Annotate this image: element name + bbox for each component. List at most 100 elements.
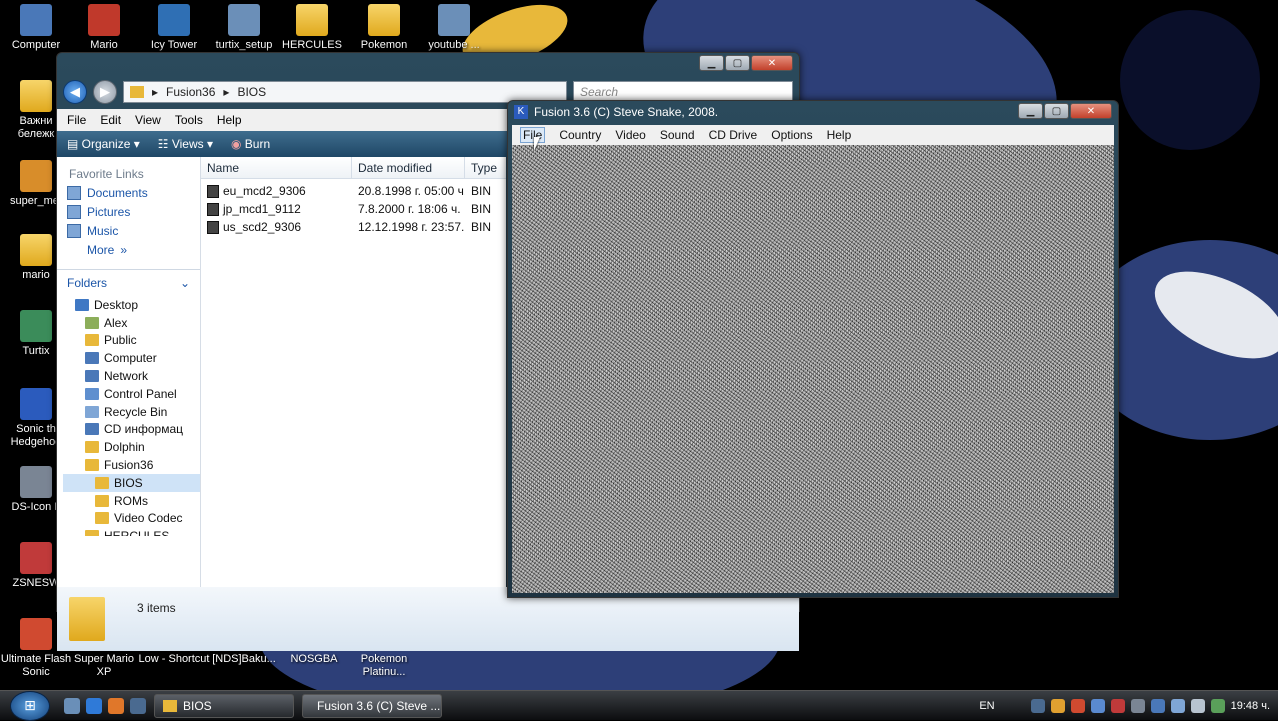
tray-app-icon[interactable] xyxy=(1090,699,1105,713)
organize-icon: ▤ xyxy=(67,137,82,151)
tree-item[interactable]: Public xyxy=(63,332,200,350)
favorite-links-title: Favorite Links xyxy=(69,167,144,181)
tree-item[interactable]: Computer xyxy=(63,349,200,367)
favorite-link-label: Music xyxy=(87,224,119,238)
minimize-button[interactable]: ▁ xyxy=(699,55,724,71)
folders-header[interactable]: Folders ⌄ xyxy=(57,269,200,296)
breadcrumb-item[interactable]: BIOS xyxy=(237,85,266,99)
show-desktop-icon[interactable] xyxy=(64,697,80,714)
desktop-icon[interactable]: Pokemon xyxy=(348,4,420,52)
organize-button[interactable]: ▤ Organize ▾ xyxy=(67,137,140,151)
start-button[interactable]: ⊞ xyxy=(10,690,50,721)
network-icon[interactable] xyxy=(1170,699,1185,713)
breadcrumb[interactable]: ▸ Fusion36 ▸ BIOS xyxy=(123,81,567,103)
favorite-link-label: Pictures xyxy=(87,205,131,219)
maximize-button[interactable]: ▢ xyxy=(1044,103,1069,119)
menu-options[interactable]: Options xyxy=(771,128,812,142)
back-icon[interactable]: ◀ xyxy=(63,80,87,104)
tree-item[interactable]: Control Panel xyxy=(63,385,200,403)
file-row[interactable]: us_scd2_9306 12.12.1998 г. 23:57... BIN xyxy=(201,218,506,236)
task-button-fusion[interactable]: Fusion 3.6 (C) Steve ... xyxy=(302,693,442,718)
favorite-link-documents[interactable]: Documents xyxy=(57,181,200,200)
tray-app-icon[interactable] xyxy=(1110,699,1125,713)
tree-item[interactable]: Video Codec xyxy=(63,510,200,528)
close-button[interactable]: ✕ xyxy=(1070,103,1112,119)
pictures-icon xyxy=(67,205,81,219)
maximize-button[interactable]: ▢ xyxy=(725,55,750,71)
tray-app-icon[interactable] xyxy=(1210,699,1225,713)
menu-file[interactable]: File xyxy=(520,127,546,143)
breadcrumb-item[interactable]: Fusion36 xyxy=(166,85,215,99)
forward-icon[interactable]: ▶ xyxy=(93,80,117,104)
burn-button[interactable]: ◉ Burn xyxy=(231,137,270,151)
tray-app-icon[interactable] xyxy=(1150,699,1165,713)
column-type[interactable]: Type xyxy=(465,157,506,178)
folder-icon xyxy=(95,476,109,489)
tree-item[interactable]: BIOS xyxy=(63,473,200,492)
tray-app-icon[interactable] xyxy=(1030,699,1045,713)
tree-item[interactable]: Desktop xyxy=(63,296,200,314)
volume-icon[interactable] xyxy=(1190,699,1205,713)
desktop-icon-label: Ultimate Flash Sonic xyxy=(0,653,72,678)
desktop-icon-label: Low - Shortcut xyxy=(138,653,210,665)
emulator-screen[interactable] xyxy=(512,145,1114,593)
tree-item[interactable]: CD информац xyxy=(63,421,200,439)
tree-item-label: Video Codec xyxy=(114,511,183,526)
task-button-bios[interactable]: BIOS xyxy=(154,693,294,718)
firefox-icon[interactable] xyxy=(108,697,124,714)
column-name[interactable]: Name xyxy=(201,157,352,178)
item-count: 3 items xyxy=(137,601,176,615)
menu-view[interactable]: View xyxy=(135,113,161,127)
minimize-button[interactable]: ▁ xyxy=(1018,103,1043,119)
menu-country[interactable]: Country xyxy=(559,128,601,142)
clock[interactable]: 19:48 ч. xyxy=(1231,700,1270,712)
desktop-icon[interactable]: Icy Tower xyxy=(138,4,210,52)
internet-explorer-icon[interactable] xyxy=(86,697,102,714)
switch-windows-icon[interactable] xyxy=(130,697,146,714)
more-links-button[interactable]: More » xyxy=(57,238,200,257)
desktop-icon[interactable]: turtix_setup xyxy=(208,4,280,52)
favorite-link-music[interactable]: Music xyxy=(57,219,200,238)
tree-item-label: Dolphin xyxy=(104,440,145,455)
menu-video[interactable]: Video xyxy=(615,128,645,142)
file-list: Name Date modified Type eu_mcd2_9306 20.8… xyxy=(201,157,506,587)
menu-edit[interactable]: Edit xyxy=(100,113,121,127)
desktop-icon[interactable]: Computer xyxy=(0,4,72,52)
file-row[interactable]: eu_mcd2_9306 20.8.1998 г. 05:00 ч. BIN xyxy=(201,182,506,200)
zsnes-icon xyxy=(20,542,52,574)
folder-icon xyxy=(296,4,328,36)
menu-tools[interactable]: Tools xyxy=(175,113,203,127)
language-indicator[interactable]: EN xyxy=(979,700,994,712)
tree-item[interactable]: HERCULES xyxy=(63,527,200,536)
file-row[interactable]: jp_mcd1_9112 7.8.2000 г. 18:06 ч. BIN xyxy=(201,200,506,218)
favorite-link-pictures[interactable]: Pictures xyxy=(57,200,200,219)
tree-item[interactable]: Fusion36 xyxy=(63,456,200,474)
tree-item[interactable]: ROMs xyxy=(63,492,200,510)
menu-file[interactable]: File xyxy=(67,113,86,127)
menu-help[interactable]: Help xyxy=(217,113,242,127)
tray-app-icon[interactable] xyxy=(1130,699,1145,713)
desktop-icon-label: Pokemon Platinu... xyxy=(360,653,408,678)
desktop-icon[interactable]: Mario xyxy=(68,4,140,52)
views-label: Views xyxy=(171,137,204,151)
tree-item[interactable]: Network xyxy=(63,367,200,385)
column-date-modified[interactable]: Date modified xyxy=(352,157,465,178)
menu-help[interactable]: Help xyxy=(827,128,852,142)
menu-cd-drive[interactable]: CD Drive xyxy=(709,128,758,142)
tree-item-label: HERCULES xyxy=(104,529,169,536)
close-button[interactable]: ✕ xyxy=(751,55,793,71)
tree-item[interactable]: Alex xyxy=(63,314,200,332)
game-icon xyxy=(20,618,52,650)
tree-item-label: ROMs xyxy=(114,493,148,508)
desktop-icon[interactable]: HERCULES xyxy=(276,4,348,52)
tree-item-label: Network xyxy=(104,369,149,384)
fusion-window[interactable]: K Fusion 3.6 (C) Steve Snake, 2008. ▁ ▢ … xyxy=(507,100,1119,598)
tray-app-icon[interactable] xyxy=(1050,699,1065,713)
menu-sound[interactable]: Sound xyxy=(660,128,695,142)
views-button[interactable]: ☷ Views ▾ xyxy=(158,137,213,151)
desktop-icon-label: Mario xyxy=(90,39,118,51)
tray-app-icon[interactable] xyxy=(1070,699,1085,713)
tree-item[interactable]: Recycle Bin xyxy=(63,403,200,421)
tree-item[interactable]: Dolphin xyxy=(63,438,200,456)
desktop-icon[interactable]: youtube ... xyxy=(418,4,490,52)
